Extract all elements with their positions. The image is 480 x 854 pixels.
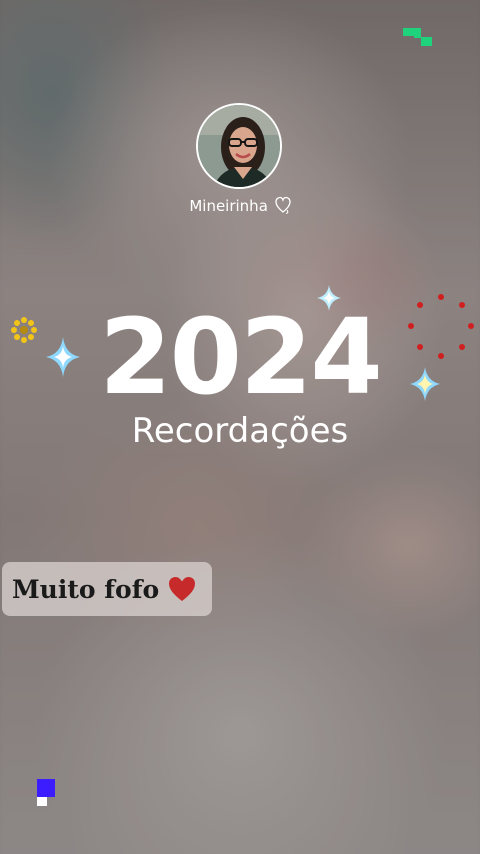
username-text: Mineirinha bbox=[189, 197, 268, 215]
pixel-decoration bbox=[403, 28, 432, 46]
recordacoes-subtitle: Recordações bbox=[131, 411, 349, 451]
year-title: 2024 bbox=[99, 296, 382, 418]
caption-sticker[interactable]: Muito fofo bbox=[2, 562, 212, 616]
heart-outline-icon bbox=[275, 196, 291, 214]
avatar-image bbox=[198, 105, 280, 187]
story-view[interactable]: Mineirinha 2024 Recordações Muito fofo bbox=[0, 0, 480, 854]
heart-icon bbox=[169, 577, 196, 601]
username-label[interactable]: Mineirinha bbox=[160, 196, 320, 215]
caption-text: Muito fofo bbox=[12, 574, 160, 604]
avatar[interactable] bbox=[196, 103, 282, 189]
pixel-decoration bbox=[37, 779, 55, 806]
